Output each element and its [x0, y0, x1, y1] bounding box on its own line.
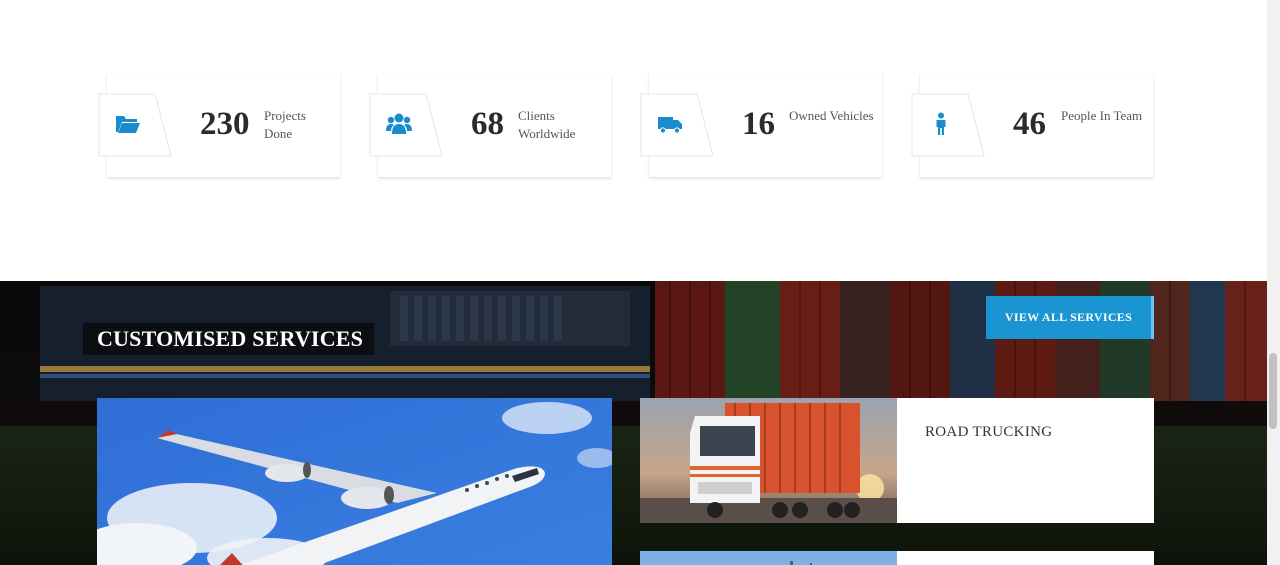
- truck-icon: [658, 117, 682, 134]
- stat-projects-done: 230 Projects Done: [98, 73, 340, 177]
- view-all-services-button[interactable]: VIEW ALL SERVICES: [986, 296, 1154, 339]
- stat-icon-box: [98, 93, 172, 157]
- stat-label-line1: Projects: [264, 108, 306, 123]
- folder-open-icon: [116, 116, 140, 133]
- stat-label: Owned Vehicles: [789, 107, 874, 125]
- stat-label-line1: Clients: [518, 108, 555, 123]
- service-card-air-freight[interactable]: [97, 398, 612, 565]
- stat-label-line1: Owned Vehicles: [789, 108, 874, 123]
- stat-value: 46: [1013, 106, 1046, 142]
- stat-label-line2: Done: [264, 126, 293, 141]
- stat-value: 16: [742, 106, 775, 142]
- stats-section: 230 Projects Done 68 Clients Worldwide 1…: [0, 0, 1267, 281]
- page-scrollbar[interactable]: [1267, 0, 1280, 565]
- page: 230 Projects Done 68 Clients Worldwide 1…: [0, 0, 1267, 565]
- scrollbar-thumb[interactable]: [1269, 353, 1277, 429]
- services-section: CUSTOMISED SERVICES VIEW ALL SERVICES RO…: [0, 281, 1267, 565]
- airplane-image: [97, 398, 612, 565]
- stat-label-line2: Worldwide: [518, 126, 576, 141]
- service-card-second-image: [640, 551, 897, 565]
- stat-icon-box: [369, 93, 443, 157]
- stat-clients-worldwide: 68 Clients Worldwide: [369, 73, 611, 177]
- users-icon: [386, 113, 412, 134]
- stat-people-in-team: 46 People In Team: [911, 73, 1153, 177]
- person-icon: [936, 112, 946, 135]
- stat-label: People In Team: [1061, 107, 1142, 125]
- service-card-road-trucking[interactable]: ROAD TRUCKING: [640, 398, 1154, 523]
- stat-label: Projects Done: [264, 107, 306, 143]
- stat-value: 230: [200, 106, 250, 142]
- stat-icon-box: [640, 93, 714, 157]
- stat-label: Clients Worldwide: [518, 107, 575, 143]
- service-card-second[interactable]: [640, 551, 1154, 565]
- stat-icon-box: [911, 93, 985, 157]
- section-title: CUSTOMISED SERVICES: [97, 326, 364, 351]
- service-card-title: ROAD TRUCKING: [925, 424, 1053, 440]
- stat-label-line1: People In Team: [1061, 108, 1143, 123]
- road-trucking-image: [640, 398, 897, 523]
- stat-value: 68: [471, 106, 504, 142]
- stat-owned-vehicles: 16 Owned Vehicles: [640, 73, 882, 177]
